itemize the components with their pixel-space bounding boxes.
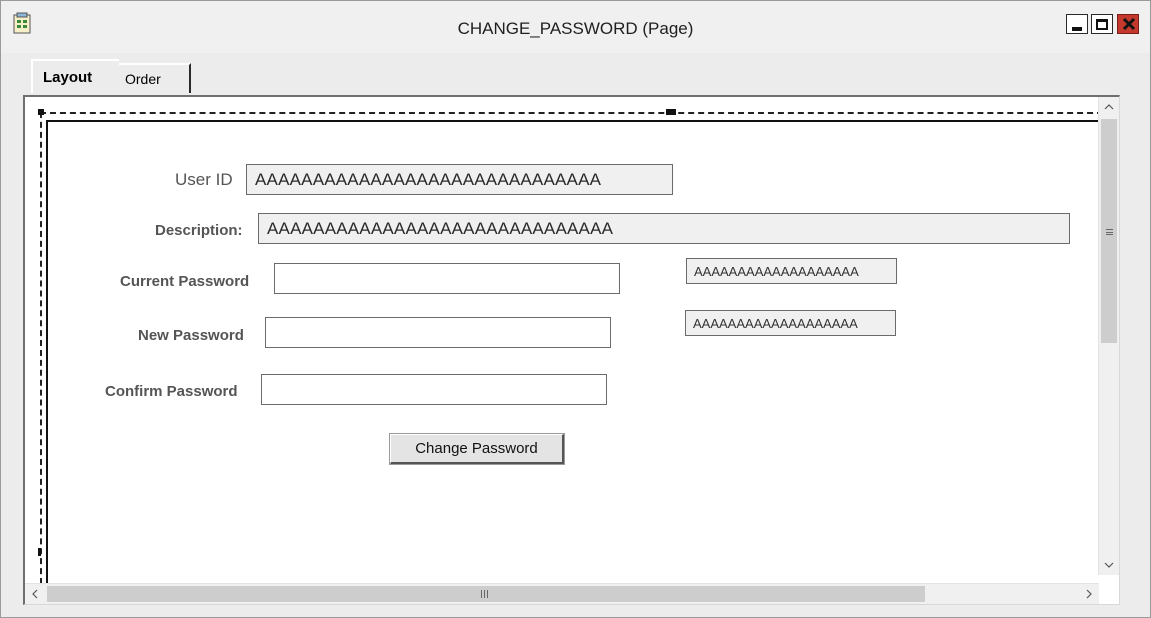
- minimize-icon[interactable]: [1066, 14, 1088, 34]
- description-label: Description:: [155, 222, 243, 239]
- current-password-side-field[interactable]: AAAAAAAAAAAAAAAAAAA: [686, 258, 897, 284]
- current-password-side-value: AAAAAAAAAAAAAAAAAAA: [694, 264, 859, 279]
- design-area: User ID AAAAAAAAAAAAAAAAAAAAAAAAAAAAAA D…: [23, 95, 1120, 605]
- change-password-button[interactable]: Change Password: [389, 433, 565, 465]
- close-icon[interactable]: [1117, 14, 1139, 34]
- user-id-label: User ID: [175, 170, 233, 189]
- window-title: CHANGE_PASSWORD (Page): [457, 19, 694, 38]
- grip-icon: [1106, 229, 1113, 235]
- horizontal-scroll-thumb[interactable]: [47, 586, 925, 602]
- new-password-input[interactable]: [265, 317, 611, 348]
- resize-handle-top-left[interactable]: [38, 109, 44, 115]
- user-id-field[interactable]: AAAAAAAAAAAAAAAAAAAAAAAAAAAAAA: [246, 164, 673, 195]
- vertical-scrollbar[interactable]: [1098, 97, 1119, 575]
- horizontal-scrollbar[interactable]: [25, 583, 1099, 604]
- description-field[interactable]: AAAAAAAAAAAAAAAAAAAAAAAAAAAAAA: [258, 213, 1070, 244]
- resize-handle-left[interactable]: [38, 548, 41, 556]
- chevron-up-icon[interactable]: [1099, 97, 1119, 117]
- description-value: AAAAAAAAAAAAAAAAAAAAAAAAAAAAAA: [267, 219, 614, 238]
- chevron-right-icon[interactable]: [1079, 584, 1099, 604]
- maximize-icon[interactable]: [1091, 14, 1113, 34]
- new-password-side-value: AAAAAAAAAAAAAAAAAAA: [693, 316, 858, 331]
- new-password-side-field[interactable]: AAAAAAAAAAAAAAAAAAA: [685, 310, 896, 336]
- title-bar[interactable]: CHANGE_PASSWORD (Page): [1, 1, 1150, 53]
- grip-icon: [481, 590, 488, 598]
- user-id-value: AAAAAAAAAAAAAAAAAAAAAAAAAAAAAA: [255, 170, 602, 189]
- current-password-label: Current Password: [120, 273, 250, 290]
- vertical-scroll-thumb[interactable]: [1101, 119, 1117, 343]
- current-password-input[interactable]: [274, 263, 620, 294]
- page-designer-window: CHANGE_PASSWORD (Page) Layout Order User…: [0, 0, 1151, 618]
- chevron-down-icon[interactable]: [1099, 555, 1119, 575]
- tab-order[interactable]: Order: [119, 63, 191, 93]
- confirm-password-input[interactable]: [261, 374, 607, 405]
- new-password-label: New Password: [138, 327, 244, 344]
- chevron-left-icon[interactable]: [25, 584, 45, 604]
- confirm-password-label: Confirm Password: [105, 383, 238, 400]
- tab-layout[interactable]: Layout: [31, 59, 119, 93]
- resize-handle-top[interactable]: [666, 109, 676, 115]
- page-canvas: User ID AAAAAAAAAAAAAAAAAAAAAAAAAAAAAA D…: [38, 109, 1113, 586]
